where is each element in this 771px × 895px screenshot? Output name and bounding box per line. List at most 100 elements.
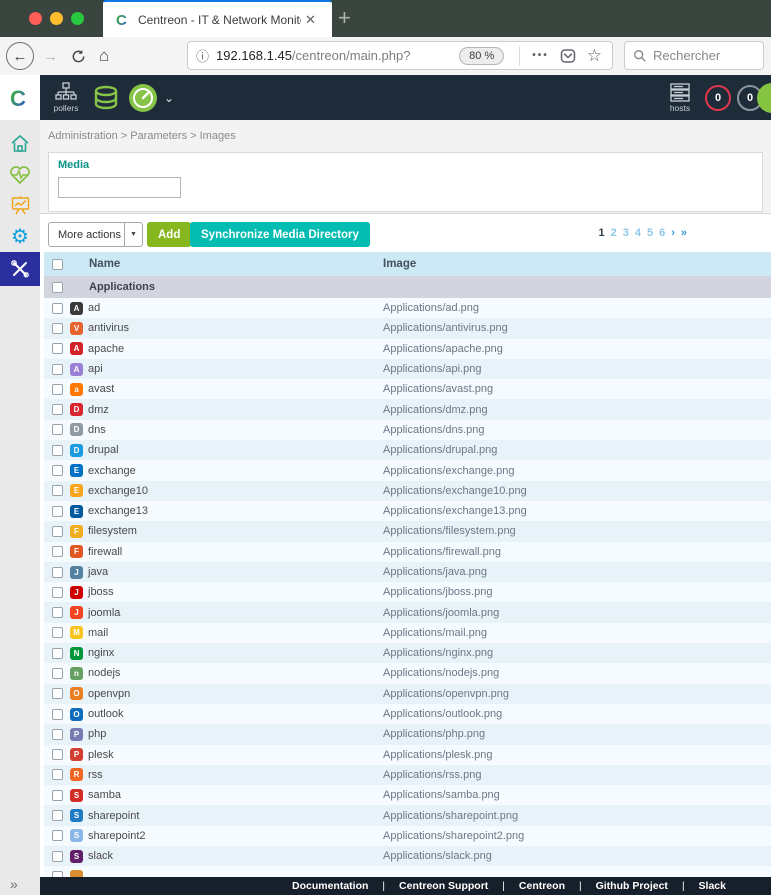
row-name[interactable]: slack: [88, 850, 113, 862]
row-name[interactable]: sharepoint: [88, 810, 139, 822]
footer-link[interactable]: Centreon: [519, 880, 565, 892]
footer-link[interactable]: Centreon Support: [399, 880, 488, 892]
row-name[interactable]: nodejs: [88, 667, 120, 679]
gauge-status[interactable]: [127, 75, 159, 120]
database-status[interactable]: [90, 75, 122, 120]
row-name[interactable]: joomla: [88, 607, 120, 619]
sidebar-item-home[interactable]: [0, 128, 40, 159]
page-zoom-badge[interactable]: 80 %: [459, 47, 504, 65]
more-actions-select[interactable]: More actions ▼: [48, 222, 143, 247]
synchronize-media-button[interactable]: Synchronize Media Directory: [190, 222, 370, 247]
row-checkbox[interactable]: [52, 526, 63, 537]
table-row[interactable]: O outlook Applications/outlook.png: [44, 704, 771, 724]
row-name[interactable]: antivirus: [88, 322, 129, 334]
row-name[interactable]: outlook: [88, 708, 123, 720]
row-name[interactable]: dmz: [88, 404, 109, 416]
forward-button[interactable]: →: [43, 48, 58, 65]
add-button[interactable]: Add: [147, 222, 191, 247]
group-checkbox[interactable]: [52, 282, 63, 293]
row-checkbox[interactable]: [52, 506, 63, 517]
row-checkbox[interactable]: [52, 688, 63, 699]
row-name[interactable]: java: [88, 566, 108, 578]
page-actions-icon[interactable]: •••: [532, 50, 549, 61]
current-page[interactable]: 1: [598, 227, 604, 239]
table-row[interactable]: S sharepoint Applications/sharepoint.png: [44, 805, 771, 825]
table-row[interactable]: D drupal Applications/drupal.png: [44, 440, 771, 460]
row-name[interactable]: exchange: [88, 465, 136, 477]
row-checkbox[interactable]: [52, 668, 63, 679]
url-bar[interactable]: ⓘ 192.168.1.45/centreon/main.php? 80 % •…: [187, 41, 613, 70]
appbar-dropdown[interactable]: ⌄: [160, 75, 178, 120]
table-row[interactable]: E exchange13 Applications/exchange13.png: [44, 501, 771, 521]
table-row[interactable]: N nginx Applications/nginx.png: [44, 643, 771, 663]
table-row[interactable]: E exchange10 Applications/exchange10.png: [44, 481, 771, 501]
row-checkbox[interactable]: [52, 465, 63, 476]
footer-link[interactable]: Documentation: [292, 880, 368, 892]
row-checkbox[interactable]: [52, 384, 63, 395]
table-row[interactable]: S slack Applications/slack.png: [44, 846, 771, 866]
hosts-down-counter[interactable]: 0: [704, 75, 732, 120]
row-checkbox[interactable]: [52, 790, 63, 801]
row-name[interactable]: api: [88, 363, 103, 375]
table-row[interactable]: a avast Applications/avast.png: [44, 379, 771, 399]
back-button[interactable]: ←: [6, 42, 34, 70]
row-name[interactable]: openvpn: [88, 688, 130, 700]
row-checkbox[interactable]: [52, 749, 63, 760]
row-checkbox[interactable]: [52, 445, 63, 456]
table-row[interactable]: J jboss Applications/jboss.png: [44, 582, 771, 602]
row-name[interactable]: filesystem: [88, 525, 137, 537]
search-bar[interactable]: [624, 41, 764, 70]
site-info-icon[interactable]: ⓘ: [196, 46, 209, 65]
row-checkbox[interactable]: [52, 648, 63, 659]
pocket-icon[interactable]: [560, 48, 576, 64]
row-checkbox[interactable]: [52, 709, 63, 720]
row-name[interactable]: ad: [88, 302, 100, 314]
row-name[interactable]: jboss: [88, 586, 114, 598]
row-checkbox[interactable]: [52, 607, 63, 618]
media-filter-input[interactable]: [58, 177, 181, 198]
sidebar-collapse-toggle[interactable]: »: [10, 876, 18, 892]
table-row[interactable]: D dns Applications/dns.png: [44, 420, 771, 440]
table-row[interactable]: V antivirus Applications/antivirus.png: [44, 318, 771, 338]
table-row[interactable]: M mail Applications/mail.png: [44, 623, 771, 643]
row-checkbox[interactable]: [52, 404, 63, 415]
browser-tab[interactable]: C Centreon - IT & Network Monito ✕: [103, 0, 332, 37]
close-window-button[interactable]: [29, 12, 42, 25]
table-row[interactable]: J joomla Applications/joomla.png: [44, 602, 771, 622]
row-name[interactable]: apache: [88, 343, 124, 355]
centreon-logo[interactable]: C: [0, 75, 40, 120]
row-checkbox[interactable]: [52, 323, 63, 334]
pollers-menu[interactable]: pollers: [48, 75, 84, 120]
new-tab-button[interactable]: +: [338, 4, 351, 32]
row-name[interactable]: dns: [88, 424, 106, 436]
page-link[interactable]: 5: [647, 227, 653, 239]
row-name[interactable]: sharepoint2: [88, 830, 146, 842]
row-checkbox[interactable]: [52, 343, 63, 354]
row-checkbox[interactable]: [52, 729, 63, 740]
row-checkbox[interactable]: [52, 851, 63, 862]
table-row[interactable]: S samba Applications/samba.png: [44, 785, 771, 805]
page-link[interactable]: 4: [635, 227, 641, 239]
table-row[interactable]: A api Applications/api.png: [44, 359, 771, 379]
row-name[interactable]: php: [88, 728, 106, 740]
table-row[interactable]: F filesystem Applications/filesystem.png: [44, 521, 771, 541]
last-page-icon[interactable]: »: [681, 227, 687, 239]
table-row[interactable]: P php Applications/php.png: [44, 724, 771, 744]
next-page-icon[interactable]: ›: [671, 227, 675, 239]
sidebar-item-configuration[interactable]: ⚙: [0, 221, 40, 252]
search-input[interactable]: [653, 48, 748, 63]
table-row[interactable]: P plesk Applications/plesk.png: [44, 745, 771, 765]
row-checkbox[interactable]: [52, 567, 63, 578]
window-controls[interactable]: [29, 12, 84, 25]
row-checkbox[interactable]: [52, 587, 63, 598]
sidebar-item-administration[interactable]: [0, 252, 40, 286]
sidebar-item-monitoring[interactable]: [0, 159, 40, 190]
table-row[interactable]: n nodejs Applications/nodejs.png: [44, 663, 771, 683]
row-name[interactable]: mail: [88, 627, 108, 639]
page-link[interactable]: 3: [623, 227, 629, 239]
row-checkbox[interactable]: [52, 485, 63, 496]
table-row[interactable]: F firewall Applications/firewall.png: [44, 542, 771, 562]
table-row[interactable]: S sharepoint2 Applications/sharepoint2.p…: [44, 826, 771, 846]
row-name[interactable]: nginx: [88, 647, 114, 659]
row-checkbox[interactable]: [52, 830, 63, 841]
